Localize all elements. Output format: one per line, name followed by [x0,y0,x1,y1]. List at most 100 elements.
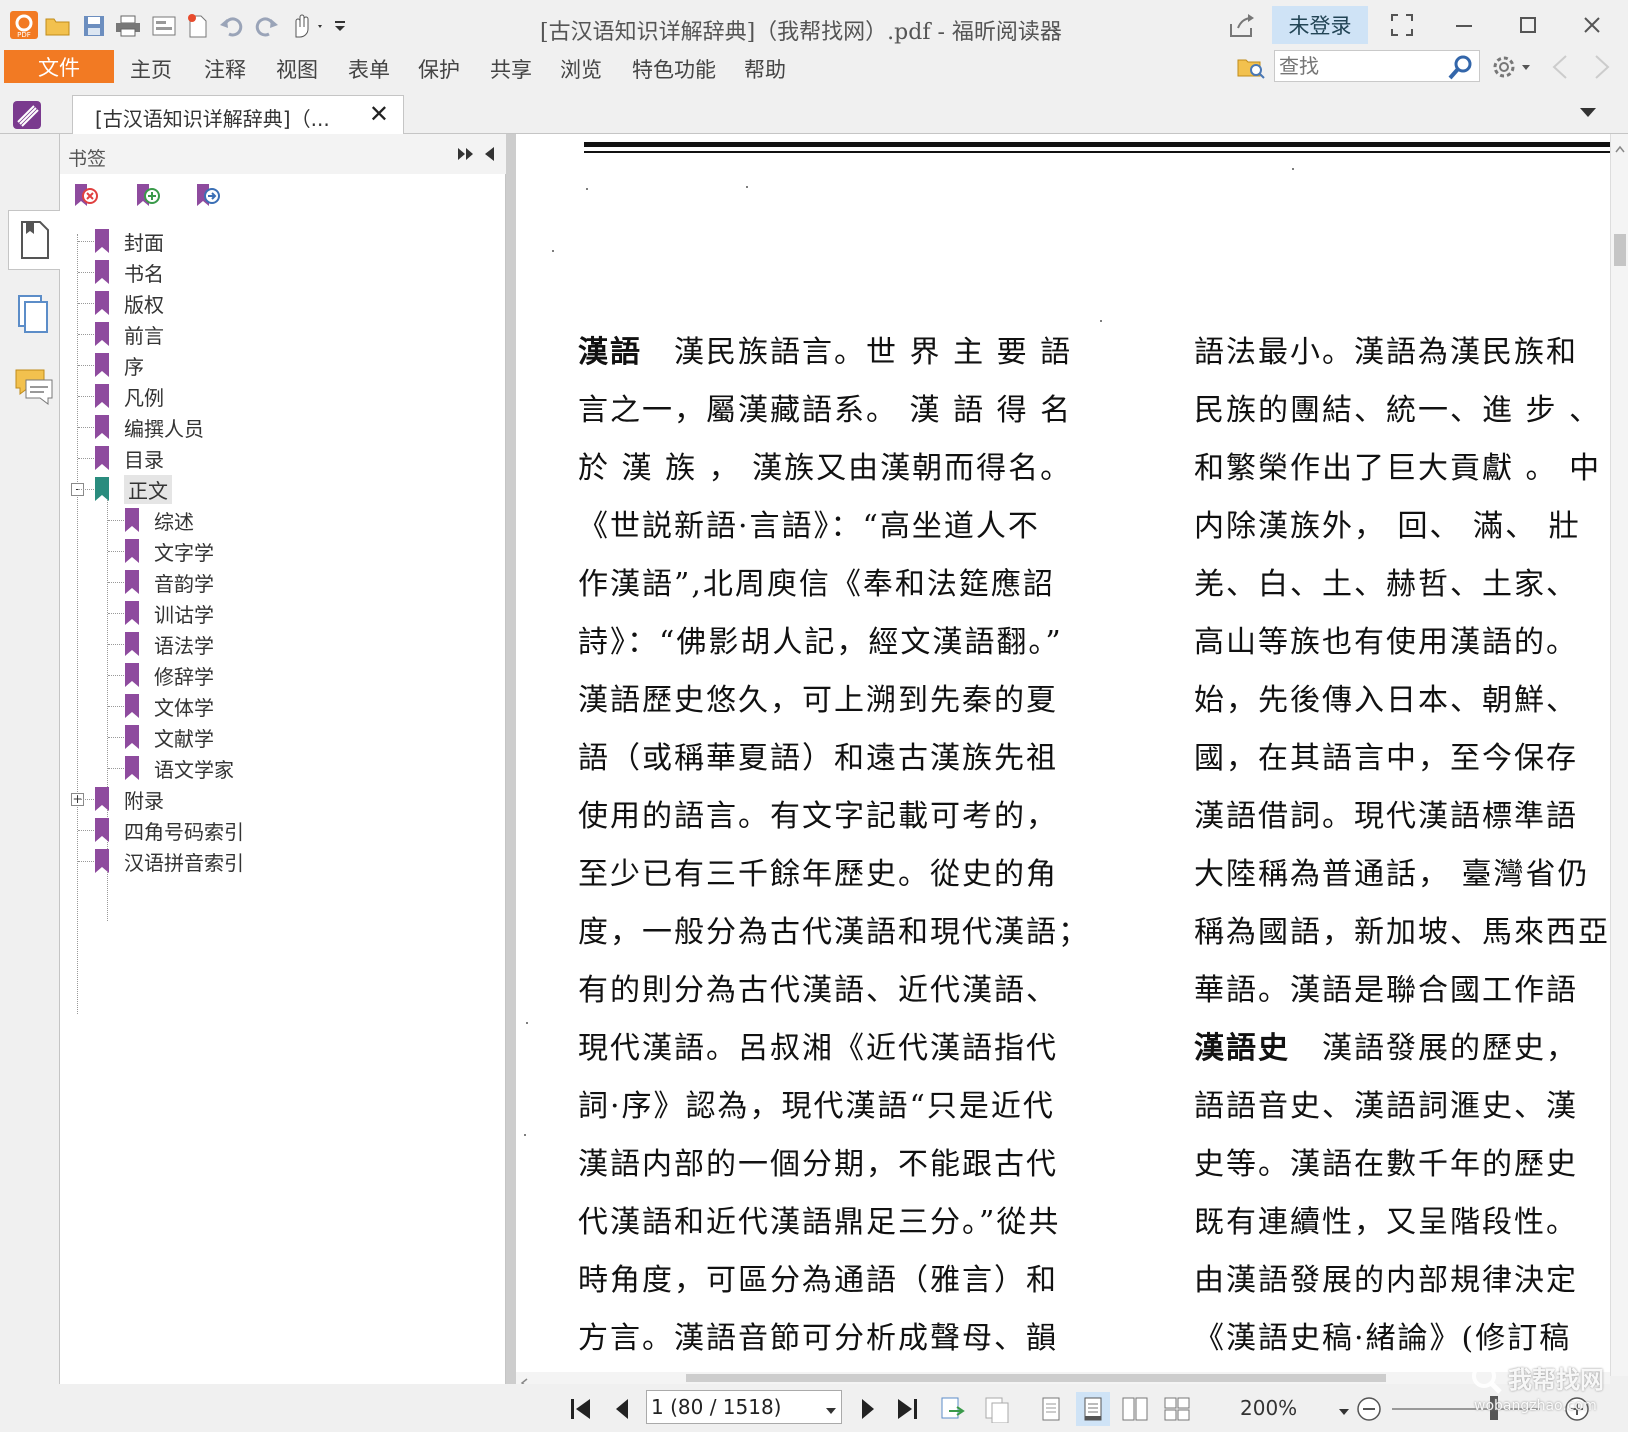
menu-comment[interactable]: 注释 [204,54,246,84]
add-bookmark-icon[interactable] [134,182,160,208]
menu-features[interactable]: 特色功能 [632,54,716,84]
close-window-icon[interactable] [1572,8,1612,42]
customize-toolbar-icon[interactable] [330,12,350,40]
first-page-icon[interactable] [566,1394,596,1424]
menu-view[interactable]: 视图 [276,54,318,84]
file-menu-button[interactable]: 文件 [4,50,114,83]
panel-expand-icon[interactable] [456,144,476,164]
nav-back-icon[interactable] [1548,52,1572,82]
search-icon[interactable] [1447,53,1475,81]
line-text: 國，在其語言中，至今保存 [1194,741,1578,776]
bookmark-item-child-4[interactable]: 语法学 [124,629,214,659]
search-box[interactable] [1274,50,1480,82]
next-view-icon[interactable] [982,1394,1012,1424]
menu-share[interactable]: 共享 [490,54,532,84]
bookmark-flag-icon [95,260,109,284]
vertical-scroll-thumb[interactable] [1614,234,1626,266]
menu-browse[interactable]: 浏览 [560,54,602,84]
share-icon[interactable] [1226,12,1258,40]
undo-icon[interactable] [218,12,246,40]
bookmark-item-child-3[interactable]: 训诂学 [124,598,214,628]
bookmark-item-child-0[interactable]: 综述 [124,505,194,535]
fullscreen-icon[interactable] [1382,8,1422,42]
comments-panel-icon[interactable] [8,356,60,416]
zoom-out-icon[interactable] [1356,1396,1382,1426]
continuous-facing-view-icon[interactable] [1160,1392,1194,1426]
redo-icon[interactable] [252,12,280,40]
close-tab-icon[interactable]: ✕ [369,100,389,128]
line-text: 使用的語言。有文字記載可考的， [578,799,1058,834]
text-line: 民族的團結、統一、進 步 、 [1194,382,1610,440]
print-icon[interactable] [114,12,142,40]
facing-view-icon[interactable] [1118,1392,1152,1426]
bookmark-item-6[interactable]: 编撰人员 [94,412,204,442]
bookmark-item-0[interactable]: 封面 [94,226,164,256]
last-page-icon[interactable] [892,1394,922,1424]
horizontal-scroll-thumb[interactable] [686,1374,1386,1382]
bookmark-item-4[interactable]: 序 [94,350,144,380]
delete-bookmark-icon[interactable] [72,182,98,208]
panel-collapse-icon[interactable] [480,144,500,164]
document-tab[interactable]: [古汉语知识详解辞典]（... ✕ [72,95,404,134]
hand-tool-icon[interactable] [288,12,328,40]
vertical-scrollbar[interactable] [1610,134,1628,1376]
bookmark-flag-icon [95,229,109,253]
previous-page-icon[interactable] [608,1394,638,1424]
bookmark-item-child-2[interactable]: 音韵学 [124,567,214,597]
foxit-logo-icon[interactable]: PDF [8,9,40,41]
panel-splitter[interactable] [506,134,516,1384]
bookmark-item-5[interactable]: 凡例 [94,381,164,411]
scroll-up-icon[interactable] [1615,138,1625,157]
text-line: 度，一般分為古代漢語和現代漢語； [578,904,1098,962]
email-icon[interactable] [150,12,178,40]
menu-help[interactable]: 帮助 [744,54,786,84]
open-folder-icon[interactable] [44,12,72,40]
bookmark-flag-icon [125,725,139,749]
bookmark-item-2[interactable]: 版权 [94,288,164,318]
bookmark-label: 编撰人员 [124,416,204,441]
bookmark-item-1[interactable]: 书名 [94,257,164,287]
bookmark-item-child-7[interactable]: 文献学 [124,722,214,752]
zoom-dropdown-icon[interactable] [1338,1402,1350,1421]
bookmark-item-after-1[interactable]: 四角号码索引 [94,815,244,845]
maximize-icon[interactable] [1508,8,1548,42]
search-input[interactable] [1279,53,1439,79]
menu-form[interactable]: 表单 [348,54,390,84]
bookmark-flag-icon [95,446,109,470]
bookmark-item-8[interactable]: 正文 [94,474,172,504]
bookmark-item-3[interactable]: 前言 [94,319,164,349]
login-button[interactable]: 未登录 [1272,6,1368,44]
minimize-icon[interactable] [1444,8,1484,42]
new-document-icon[interactable] [184,12,212,40]
bookmark-item-7[interactable]: 目录 [94,443,164,473]
bookmark-item-child-8[interactable]: 语文学家 [124,753,234,783]
menu-protect[interactable]: 保护 [418,54,460,84]
zoom-level[interactable]: 200% [1240,1396,1297,1420]
bookmark-item-after-2[interactable]: 汉语拼音索引 [94,846,244,876]
page-number-input[interactable] [651,1394,811,1420]
previous-view-icon[interactable] [938,1394,968,1424]
single-page-view-icon[interactable] [1034,1392,1068,1426]
continuous-view-icon[interactable] [1076,1392,1110,1426]
page-number-box[interactable] [646,1390,842,1424]
bookmark-item-child-1[interactable]: 文字学 [124,536,214,566]
horizontal-scrollbar[interactable] [516,1372,1610,1388]
goto-bookmark-icon[interactable] [194,182,220,208]
bookmark-item-child-6[interactable]: 文体学 [124,691,214,721]
next-page-icon[interactable] [852,1394,882,1424]
page-thumbnails-icon[interactable] [8,284,60,344]
page-dropdown-icon[interactable] [825,1401,837,1420]
menu-home[interactable]: 主页 [130,54,172,84]
settings-gear-icon[interactable] [1490,52,1534,82]
document-tab-label: [古汉语知识详解辞典]（... [95,107,330,131]
nav-forward-icon[interactable] [1590,52,1614,82]
page-rule-thick [584,142,1610,147]
bookmark-item-after-0[interactable]: 附录 [94,784,164,814]
search-folder-icon[interactable] [1236,52,1266,82]
document-view[interactable]: 漢語 漢民族語言。世 界 主 要 語言之一，屬漢藏語系。 漢 語 得 名於 漢 … [516,134,1610,1376]
tab-list-dropdown-icon[interactable] [1578,102,1598,122]
save-icon[interactable] [80,12,108,40]
bookmark-item-child-5[interactable]: 修辞学 [124,660,214,690]
start-page-icon[interactable] [12,100,42,130]
bookmark-panel-icon[interactable] [8,210,60,270]
